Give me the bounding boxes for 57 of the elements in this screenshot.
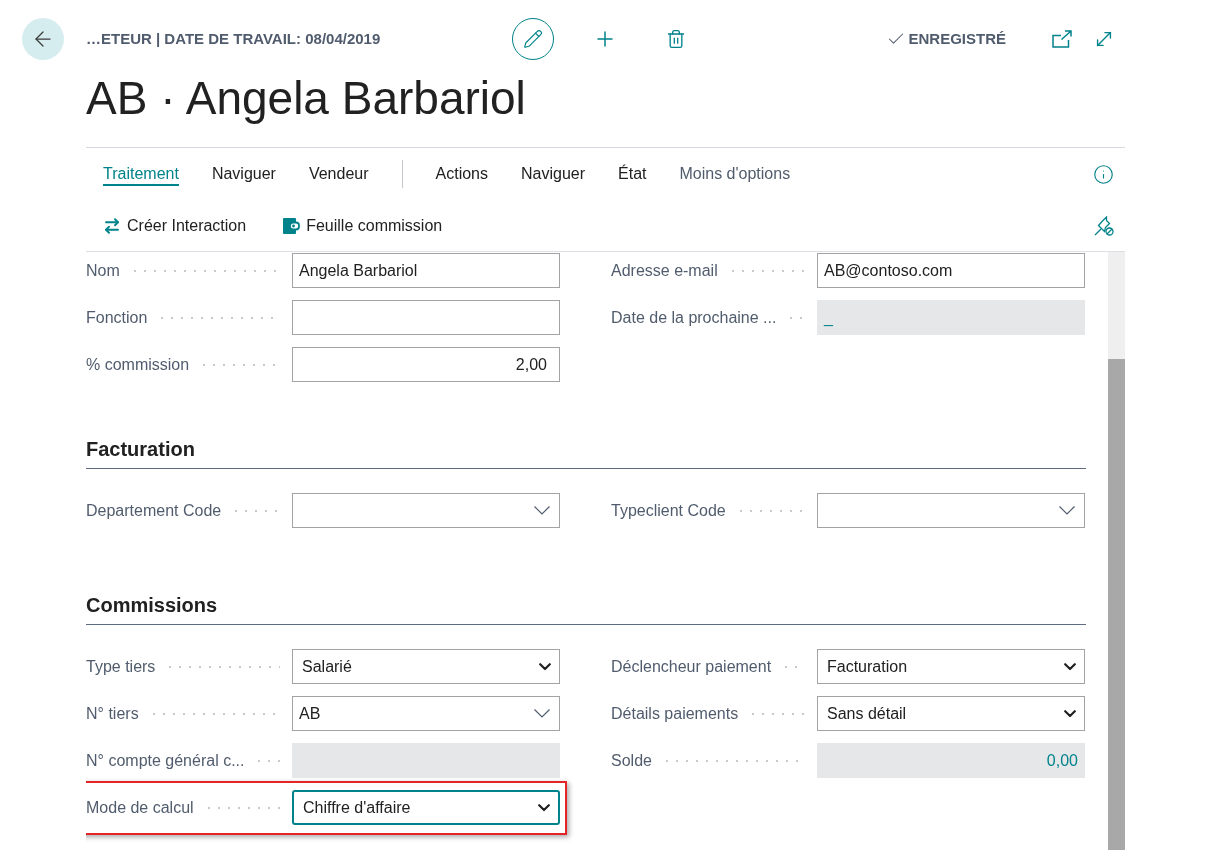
number-field[interactable]: 2,00 [292,347,560,382]
back-button[interactable] [22,18,64,60]
field-label: Détails paiements [611,703,739,724]
chevron-down-icon [534,506,550,515]
field-label: Solde [611,750,652,771]
section-heading: Facturation [86,437,196,462]
lookup-field[interactable] [817,493,1085,528]
field-label: Déclencheur paiement [611,656,772,677]
field-label: Nom [86,260,120,281]
lookup-field[interactable] [292,493,560,528]
field-label: Adresse e-mail [611,260,718,281]
chevron-down-icon [538,803,550,812]
options-toggle[interactable]: Moins d'options [679,164,791,184]
action-tab[interactable]: Vendeur [308,162,369,186]
action-tab[interactable]: Traitement [103,162,179,186]
menu-item[interactable]: Actions [435,164,488,184]
breadcrumb: …ETEUR | DATE DE TRAVAIL: 08/04/2019 [86,30,381,47]
info-icon[interactable] [1093,163,1114,185]
save-status: ENREGISTRÉ [908,28,1006,49]
unpin-icon[interactable] [1094,215,1114,236]
chevron-down-icon [1059,506,1075,515]
chevron-down-icon [534,709,550,718]
readonly-field: _ [817,300,1085,335]
field-label: % commission [86,354,190,375]
field-label: Typeclient Code [611,500,726,521]
action-button[interactable]: Créer Interaction [103,213,247,238]
text-field[interactable]: Angela Barbariol [292,253,560,288]
scrollbar-thumb[interactable] [1108,359,1125,850]
field-label: Fonction [86,307,148,328]
chevron-down-icon [539,662,551,671]
action-tab[interactable]: Naviguer [211,162,276,186]
chevron-down-icon [1064,662,1076,671]
chevron-down-icon [1064,709,1076,718]
dropdown[interactable]: Salarié [292,649,560,684]
field-label: Date de la prochaine ... [611,307,777,328]
page-title: AB · Angela Barbariol [86,71,526,126]
dropdown[interactable]: Facturation [817,649,1085,684]
text-field[interactable] [292,300,560,335]
menu-item[interactable]: Naviguer [521,164,585,184]
field-label: N° tiers [86,703,139,724]
text-field[interactable]: AB@contoso.com [817,253,1085,288]
pop-out-icon[interactable] [1052,30,1072,48]
field-label: Mode de calcul [86,797,194,818]
readonly-field: 0,00 [817,743,1085,778]
wallet-icon [282,216,301,235]
lookup-field[interactable]: AB [292,696,560,731]
field-label: Departement Code [86,500,222,521]
action-button[interactable]: Feuille commission [282,213,443,238]
section-heading: Commissions [86,593,219,618]
dropdown[interactable]: Chiffre d'affaire [292,790,560,825]
menu-item[interactable]: État [618,164,647,184]
pencil-icon [523,29,543,49]
dropdown[interactable]: Sans détail [817,696,1085,731]
arrows-swap-icon [103,216,121,235]
trash-icon[interactable] [666,29,686,49]
field-label: Type tiers [86,656,156,677]
field-label: N° compte général c... [86,750,245,771]
